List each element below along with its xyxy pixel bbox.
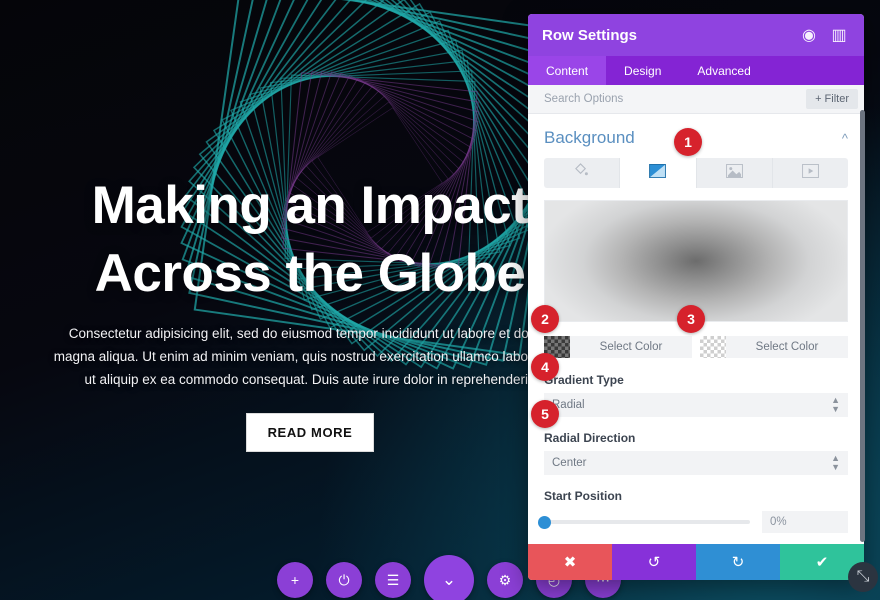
radial-direction-value: Center: [552, 457, 587, 469]
radial-direction-field: Radial Direction Center ▲ ▼: [544, 431, 848, 475]
resize-handle[interactable]: ⤡: [848, 562, 878, 592]
background-video-tab[interactable]: [773, 158, 848, 188]
end-color-swatch[interactable]: [700, 336, 726, 358]
undo-button[interactable]: ↺: [612, 544, 696, 580]
check-icon: ✔: [815, 554, 829, 571]
hero-section: Making an Impact Across the Globe Consec…: [0, 0, 620, 453]
power-icon: ⏻: [338, 571, 350, 588]
add-section-button[interactable]: +: [277, 562, 313, 598]
tab-design[interactable]: Design: [606, 56, 679, 85]
end-select-color-button[interactable]: Select Color: [726, 336, 848, 358]
chevron-up-icon[interactable]: ^: [842, 131, 848, 146]
gradient-end-color: Select Color: [700, 335, 848, 359]
search-input[interactable]: [542, 92, 807, 106]
row-settings-modal: Row Settings ◉ ▥ ContentDesignAdvanced +…: [528, 14, 864, 580]
step-badge-2: 2: [531, 305, 559, 333]
modal-title: Row Settings: [542, 26, 638, 44]
step-badge-5: 5: [531, 400, 559, 428]
start-position-knob[interactable]: [537, 515, 551, 529]
start-select-color-button[interactable]: Select Color: [570, 336, 692, 358]
gradient-type-value: Radial: [552, 399, 585, 411]
gradient-type-select[interactable]: Radial ▲ ▼: [544, 393, 848, 417]
select-arrows-icon: ▲ ▼: [831, 395, 840, 414]
background-color-tab[interactable]: [544, 158, 621, 188]
layout-mode-icon[interactable]: ▥: [828, 24, 850, 46]
redo-icon: ↻: [731, 554, 745, 571]
start-position-slider[interactable]: [537, 515, 750, 529]
layers-button[interactable]: ☰: [375, 562, 411, 598]
background-type-tabs: [544, 158, 848, 188]
redo-button[interactable]: ↻: [696, 544, 780, 580]
gradient-start-color: Select Color: [544, 335, 692, 359]
background-image-tab[interactable]: [697, 158, 773, 188]
image-icon: [725, 163, 743, 183]
tab-content[interactable]: Content: [528, 56, 607, 85]
start-position-field: Start Position 0%: [537, 489, 848, 533]
modal-footer: ✖ ↺ ↻ ✔: [528, 544, 864, 580]
gradient-color-stops: Select Color Select Color: [544, 335, 848, 359]
background-gradient-tab[interactable]: [620, 158, 697, 188]
gradient-preview: [544, 200, 848, 322]
collapse-toolbar-button[interactable]: ⌄: [424, 555, 474, 600]
step-badge-1: 1: [674, 128, 702, 156]
modal-scrollbar-thumb[interactable]: [860, 110, 865, 542]
start-position-label: Start Position: [544, 489, 623, 503]
gear-icon: ⚙: [498, 571, 512, 588]
close-icon: ✖: [563, 554, 577, 571]
search-row: + Filter: [528, 85, 864, 114]
plus-icon: +: [290, 572, 300, 588]
settings-button[interactable]: ⚙: [487, 562, 523, 598]
layers-icon: ☰: [386, 571, 400, 588]
modal-tab-bar: Content Design Advanced: [528, 56, 864, 85]
chevron-down-icon: ⌄: [441, 570, 457, 589]
read-more-button[interactable]: READ MORE: [245, 413, 375, 453]
step-badge-3: 3: [677, 305, 705, 333]
tab-advanced[interactable]: Advanced: [679, 56, 768, 85]
wireframe-toggle-button[interactable]: ⏻: [326, 562, 362, 598]
hero-heading: Making an Impact Across the Globe: [91, 176, 529, 303]
undo-icon: ↺: [647, 554, 661, 571]
start-position-slider-row: 0%: [537, 511, 848, 533]
help-icon[interactable]: ◉: [798, 24, 820, 46]
video-icon: [801, 163, 819, 183]
gradient-type-field: Gradient Type Radial ▲ ▼: [544, 373, 848, 417]
radial-direction-select[interactable]: Center ▲ ▼: [544, 451, 848, 475]
radial-direction-label: Radial Direction: [544, 431, 636, 445]
modal-header: Row Settings ◉ ▥: [528, 14, 864, 56]
hero-paragraph: Consectetur adipisicing elit, sed do eiu…: [53, 325, 567, 388]
gradient-type-label: Gradient Type: [544, 373, 624, 387]
step-badge-4: 4: [531, 353, 559, 381]
paint-bucket-icon: [574, 163, 589, 183]
select-arrows-icon: ▲ ▼: [831, 453, 840, 472]
screenshot-root: Making an Impact Across the Globe Consec…: [0, 0, 880, 600]
gradient-icon: [649, 163, 667, 183]
start-position-value[interactable]: 0%: [762, 511, 848, 533]
cancel-button[interactable]: ✖: [528, 544, 612, 580]
filter-button[interactable]: + Filter: [806, 89, 858, 109]
